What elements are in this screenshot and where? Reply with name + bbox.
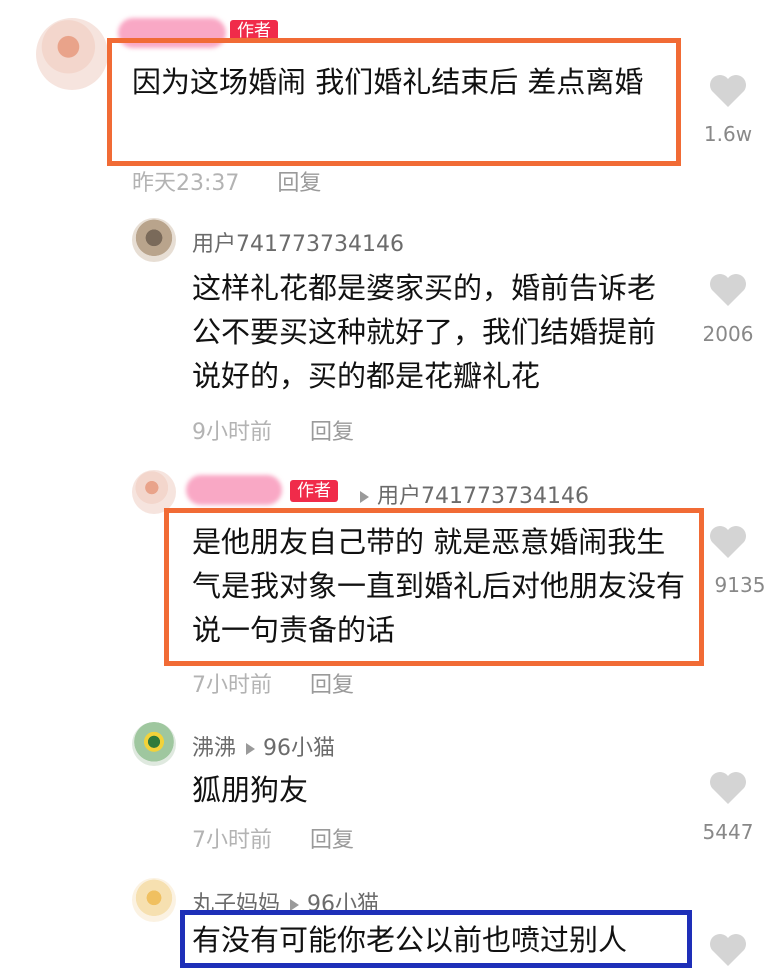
comment-text: 是他朋友自己带的 就是恶意婚闹我生气是我对象一直到婚礼后对他朋友没有说一句责备的…: [192, 525, 686, 647]
comment-text: 狐朋狗友: [192, 773, 309, 807]
comment-time: 7小时前: [192, 828, 272, 853]
comment-time: 9小时前: [192, 420, 272, 445]
avatar[interactable]: [132, 878, 176, 922]
reply-button[interactable]: 回复: [310, 420, 354, 445]
comment-meta: 9小时前 回复: [192, 414, 354, 446]
reply-button[interactable]: 回复: [310, 828, 354, 853]
reply-header: 沸沸 96小猫: [192, 730, 335, 762]
reply-target-name[interactable]: 用户741773734146: [377, 484, 589, 509]
comment-meta: 7小时前 回复: [192, 667, 354, 699]
avatar[interactable]: [36, 18, 108, 90]
reply-button[interactable]: 回复: [277, 171, 321, 196]
comment-text: 因为这场婚闹 我们婚礼结束后 差点离婚: [132, 65, 644, 99]
heart-icon[interactable]: [708, 932, 748, 968]
like-count: 9135: [714, 573, 766, 597]
heart-icon[interactable]: [708, 272, 748, 308]
comment-meta: 昨天23:37 回复: [132, 165, 321, 197]
redacted-username: [186, 475, 282, 505]
username[interactable]: 沸沸: [192, 736, 236, 761]
avatar[interactable]: [132, 722, 176, 766]
comment-meta: 7小时前 回复: [192, 822, 354, 854]
like-count: 5447: [702, 820, 754, 844]
heart-icon[interactable]: [708, 73, 748, 109]
comment-time: 昨天23:37: [132, 171, 240, 196]
comment-text: 有没有可能你老公以前也喷过别人: [192, 923, 628, 957]
like-count: 1.6w: [703, 122, 753, 146]
username[interactable]: 用户741773734146: [192, 226, 404, 258]
reply-target: 用户741773734146: [350, 478, 589, 510]
reply-arrow-icon: [360, 491, 369, 503]
author-badge: 作者: [290, 480, 338, 502]
like-count: 2006: [702, 322, 754, 346]
avatar[interactable]: [132, 218, 176, 262]
heart-icon[interactable]: [708, 770, 748, 806]
reply-target-name[interactable]: 96小猫: [263, 736, 335, 761]
reply-arrow-icon: [246, 743, 256, 755]
comment-text: 这样礼花都是婆家买的，婚前告诉老公不要买这种就好了，我们结婚提前说好的，买的都是…: [192, 271, 657, 393]
reply-button[interactable]: 回复: [310, 673, 354, 698]
comment-time: 7小时前: [192, 673, 272, 698]
heart-icon[interactable]: [708, 524, 748, 560]
